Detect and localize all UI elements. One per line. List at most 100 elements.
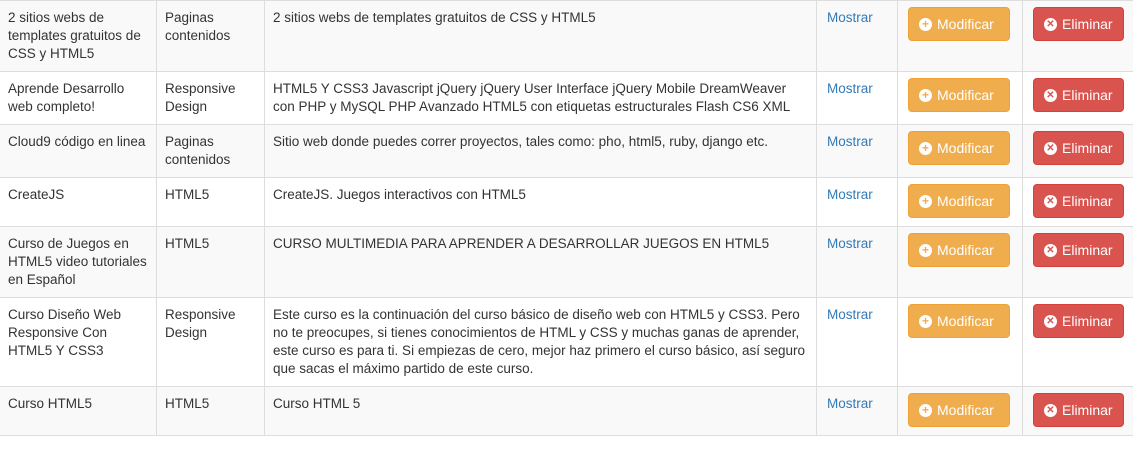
edit-button[interactable]: + Modificar xyxy=(908,78,1010,112)
course-name: Curso de Juegos en HTML5 video tutoriale… xyxy=(8,236,147,287)
edit-cell: + Modificar xyxy=(897,226,1023,298)
remove-circle-icon: ✕ xyxy=(1044,141,1057,155)
delete-button[interactable]: ✕ Eliminar xyxy=(1033,304,1124,338)
remove-circle-icon: ✕ xyxy=(1044,314,1057,328)
edit-button-label: Modificar xyxy=(937,140,994,156)
delete-button-label: Eliminar xyxy=(1062,402,1113,418)
edit-button[interactable]: + Modificar xyxy=(908,7,1010,41)
course-category: Paginas contenidos xyxy=(165,10,231,43)
course-description: Este curso es la continuación del curso … xyxy=(273,307,805,376)
course-name: Cloud9 código en linea xyxy=(8,134,146,149)
course-description-cell: 2 sitios webs de templates gratuitos de … xyxy=(264,0,817,72)
plus-circle-icon: + xyxy=(919,314,932,328)
delete-button-label: Eliminar xyxy=(1062,313,1113,329)
show-link[interactable]: Mostrar xyxy=(827,187,873,202)
show-link[interactable]: Mostrar xyxy=(827,396,873,411)
show-cell: Mostrar xyxy=(816,226,898,298)
show-cell: Mostrar xyxy=(816,177,898,227)
delete-cell: ✕ Eliminar xyxy=(1022,124,1133,178)
course-name-cell: CreateJS xyxy=(0,177,157,227)
course-description: CURSO MULTIMEDIA PARA APRENDER A DESARRO… xyxy=(273,236,770,251)
table-row: Cloud9 código en linea Paginas contenidos… xyxy=(0,124,1133,178)
edit-button[interactable]: + Modificar xyxy=(908,393,1010,427)
table-row: CreateJS HTML5 CreateJS. Juegos interactiv… xyxy=(0,177,1133,227)
course-category-cell: Responsive Design xyxy=(156,297,265,387)
course-description-cell: CreateJS. Juegos interactivos con HTML5 xyxy=(264,177,817,227)
course-category: HTML5 xyxy=(165,236,210,251)
delete-cell: ✕ Eliminar xyxy=(1022,297,1133,387)
delete-button[interactable]: ✕ Eliminar xyxy=(1033,393,1124,427)
course-category: Responsive Design xyxy=(165,81,236,114)
show-cell: Mostrar xyxy=(816,297,898,387)
table-row: Curso Diseño Web Responsive Con HTML5 Y … xyxy=(0,297,1133,387)
plus-circle-icon: + xyxy=(919,403,932,417)
course-description: Curso HTML 5 xyxy=(273,396,361,411)
delete-button[interactable]: ✕ Eliminar xyxy=(1033,233,1124,267)
course-category-cell: Paginas contenidos xyxy=(156,0,265,72)
delete-button-label: Eliminar xyxy=(1062,193,1113,209)
table-row: Aprende Desarrollo web completo! Responsi… xyxy=(0,71,1133,125)
course-category-cell: Paginas contenidos xyxy=(156,124,265,178)
delete-button-label: Eliminar xyxy=(1062,242,1113,258)
courses-table-body: 2 sitios webs de templates gratuitos de … xyxy=(0,0,1133,436)
delete-cell: ✕ Eliminar xyxy=(1022,226,1133,298)
show-link[interactable]: Mostrar xyxy=(827,307,873,322)
edit-button-label: Modificar xyxy=(937,193,994,209)
edit-button[interactable]: + Modificar xyxy=(908,184,1010,218)
edit-button-label: Modificar xyxy=(937,16,994,32)
remove-circle-icon: ✕ xyxy=(1044,194,1057,208)
plus-circle-icon: + xyxy=(919,17,932,31)
course-description: CreateJS. Juegos interactivos con HTML5 xyxy=(273,187,526,202)
edit-button-label: Modificar xyxy=(937,313,994,329)
plus-circle-icon: + xyxy=(919,141,932,155)
edit-button[interactable]: + Modificar xyxy=(908,304,1010,338)
courses-table: 2 sitios webs de templates gratuitos de … xyxy=(0,0,1133,436)
course-name-cell: Cloud9 código en linea xyxy=(0,124,157,178)
course-category: HTML5 xyxy=(165,396,210,411)
course-category-cell: Responsive Design xyxy=(156,71,265,125)
edit-cell: + Modificar xyxy=(897,71,1023,125)
delete-button[interactable]: ✕ Eliminar xyxy=(1033,78,1124,112)
delete-cell: ✕ Eliminar xyxy=(1022,386,1133,436)
delete-cell: ✕ Eliminar xyxy=(1022,71,1133,125)
delete-button[interactable]: ✕ Eliminar xyxy=(1033,7,1124,41)
table-row: Curso de Juegos en HTML5 video tutoriale… xyxy=(0,226,1133,298)
delete-button[interactable]: ✕ Eliminar xyxy=(1033,184,1124,218)
course-name: Aprende Desarrollo web completo! xyxy=(8,81,125,114)
remove-circle-icon: ✕ xyxy=(1044,403,1057,417)
course-category-cell: HTML5 xyxy=(156,177,265,227)
delete-cell: ✕ Eliminar xyxy=(1022,177,1133,227)
show-cell: Mostrar xyxy=(816,386,898,436)
show-link[interactable]: Mostrar xyxy=(827,236,873,251)
edit-button-label: Modificar xyxy=(937,87,994,103)
course-category: Paginas contenidos xyxy=(165,134,231,167)
course-description-cell: Curso HTML 5 xyxy=(264,386,817,436)
edit-button[interactable]: + Modificar xyxy=(908,131,1010,165)
course-description: 2 sitios webs de templates gratuitos de … xyxy=(273,10,596,25)
show-link[interactable]: Mostrar xyxy=(827,81,873,96)
course-name-cell: Curso de Juegos en HTML5 video tutoriale… xyxy=(0,226,157,298)
course-name-cell: 2 sitios webs de templates gratuitos de … xyxy=(0,0,157,72)
show-cell: Mostrar xyxy=(816,71,898,125)
delete-button[interactable]: ✕ Eliminar xyxy=(1033,131,1124,165)
plus-circle-icon: + xyxy=(919,194,932,208)
course-category: HTML5 xyxy=(165,187,210,202)
delete-button-label: Eliminar xyxy=(1062,16,1113,32)
edit-cell: + Modificar xyxy=(897,386,1023,436)
show-cell: Mostrar xyxy=(816,124,898,178)
show-cell: Mostrar xyxy=(816,0,898,72)
course-description: HTML5 Y CSS3 Javascript jQuery jQuery Us… xyxy=(273,81,791,114)
remove-circle-icon: ✕ xyxy=(1044,243,1057,257)
course-description: Sitio web donde puedes correr proyectos,… xyxy=(273,134,769,149)
edit-button[interactable]: + Modificar xyxy=(908,233,1010,267)
show-link[interactable]: Mostrar xyxy=(827,134,873,149)
plus-circle-icon: + xyxy=(919,243,932,257)
show-link[interactable]: Mostrar xyxy=(827,10,873,25)
course-category: Responsive Design xyxy=(165,307,236,340)
course-description-cell: HTML5 Y CSS3 Javascript jQuery jQuery Us… xyxy=(264,71,817,125)
edit-button-label: Modificar xyxy=(937,402,994,418)
course-category-cell: HTML5 xyxy=(156,226,265,298)
plus-circle-icon: + xyxy=(919,88,932,102)
table-row: Curso HTML5 HTML5 Curso HTML 5 Mostrar + Modi… xyxy=(0,386,1133,436)
delete-button-label: Eliminar xyxy=(1062,87,1113,103)
